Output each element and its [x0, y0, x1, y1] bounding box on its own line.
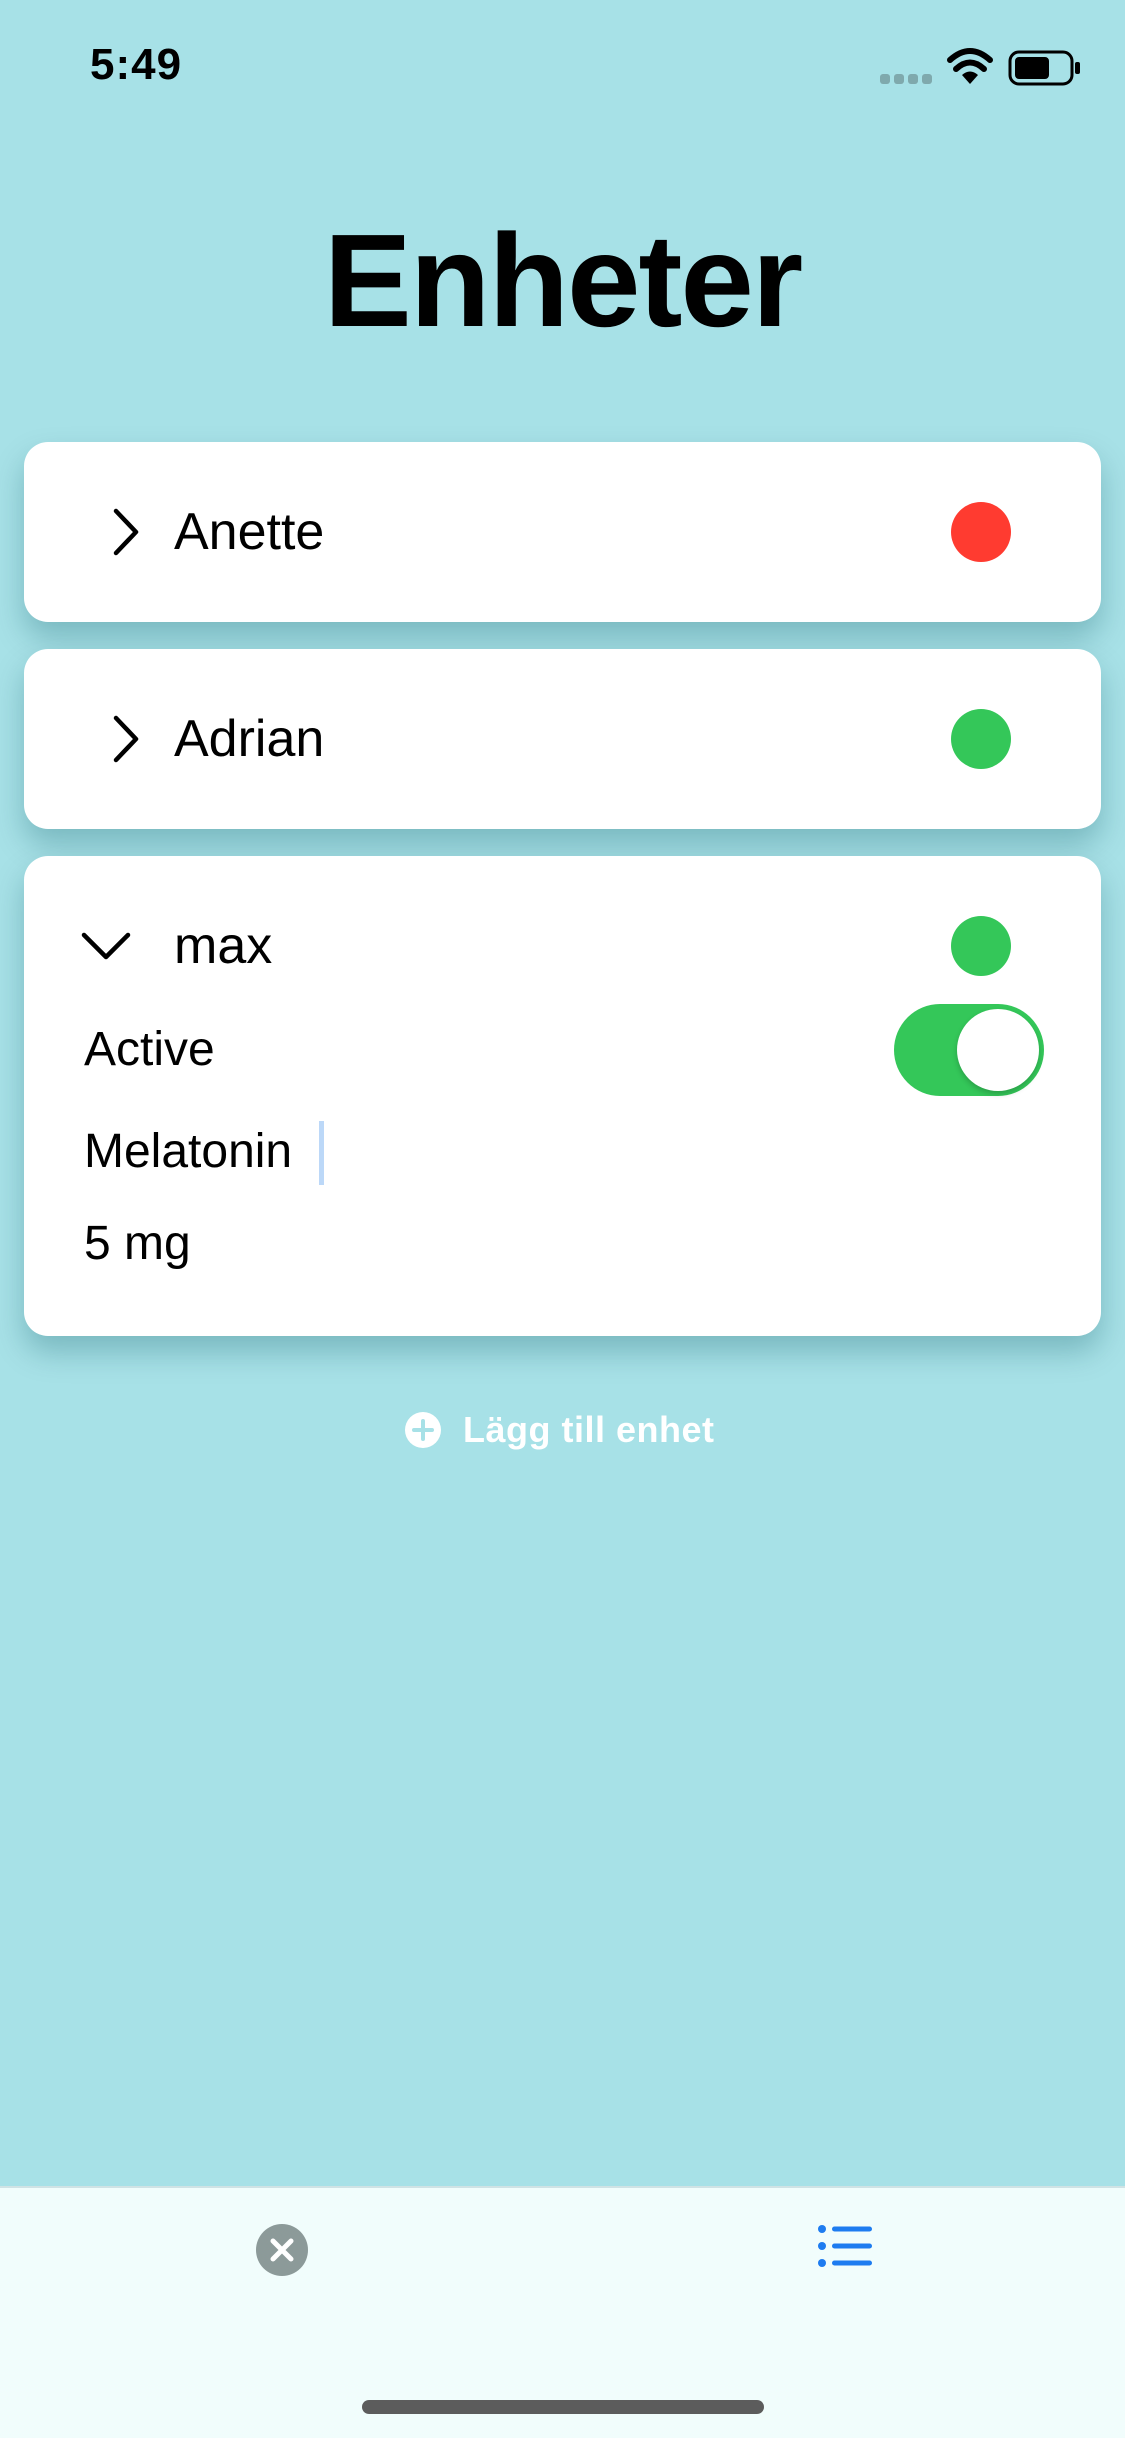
chevron-down-icon[interactable]: [79, 919, 133, 973]
close-circle-icon[interactable]: [256, 2224, 308, 2276]
list-icon[interactable]: [818, 2224, 872, 2268]
device-name: max: [174, 917, 273, 975]
cellular-signal-icon: [880, 74, 932, 84]
chevron-right-icon[interactable]: [99, 712, 153, 766]
status-bar: 5:49: [0, 0, 1125, 140]
dose-field[interactable]: 5 mg: [84, 1216, 191, 1272]
device-name: Adrian: [174, 710, 325, 768]
device-card-max[interactable]: max Active Melatonin 5 mg: [24, 856, 1101, 1336]
tab-bar: [0, 2186, 1125, 2438]
plus-circle-icon: [405, 1412, 441, 1448]
toggle-knob: [957, 1009, 1039, 1091]
home-indicator: [362, 2400, 764, 2414]
wifi-icon: [947, 48, 993, 84]
chevron-right-icon[interactable]: [99, 505, 153, 559]
add-device-label: Lägg till enhet: [463, 1409, 715, 1450]
text-cursor: [319, 1121, 324, 1185]
active-toggle[interactable]: [894, 1004, 1044, 1096]
device-card-anette[interactable]: Anette: [24, 442, 1101, 622]
device-name: Anette: [174, 503, 325, 561]
add-device-button[interactable]: Lägg till enhet: [405, 1408, 715, 1452]
battery-icon: [1008, 50, 1080, 86]
status-time: 5:49: [90, 40, 183, 89]
device-card-adrian[interactable]: Adrian: [24, 649, 1101, 829]
status-indicator-online: [951, 916, 1011, 976]
status-indicator-online: [951, 709, 1011, 769]
medication-field[interactable]: Melatonin: [84, 1124, 292, 1180]
active-label: Active: [84, 1023, 215, 1076]
status-indicator-offline: [951, 502, 1011, 562]
page-title: Enheter: [323, 207, 803, 354]
